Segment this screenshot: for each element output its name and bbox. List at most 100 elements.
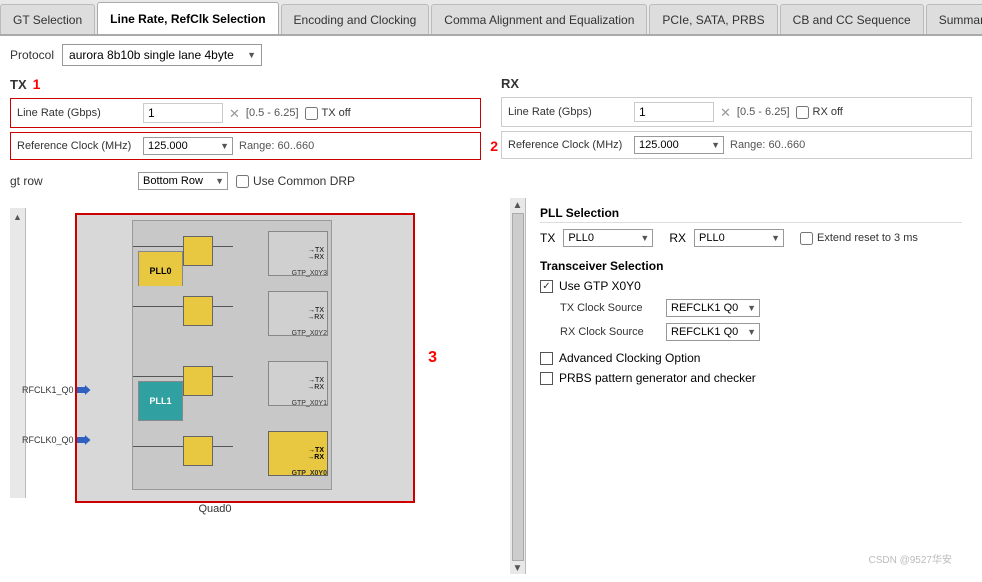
quad-area: →TX →RX GTP_X0Y3 PLL0: [132, 220, 332, 490]
transceiver-section: Transceiver Selection ✓ Use GTP X0Y0 TX …: [540, 259, 962, 341]
protocol-row: Protocol aurora 8b10b single lane 4byte: [10, 44, 972, 66]
rx-refclock-select-wrap[interactable]: 125.000: [634, 136, 724, 154]
tabs-bar: GT Selection Line Rate, RefClk Selection…: [0, 0, 982, 36]
gt-row-section: gt row Bottom Row Top Row Use Common DRP: [10, 172, 972, 190]
use-gtp-row: ✓ Use GTP X0Y0: [540, 279, 962, 293]
tx-line-rate-clear[interactable]: ✕: [229, 107, 240, 120]
prbs-row: PRBS pattern generator and checker: [540, 371, 962, 385]
tx-refclock-range: Range: 60..660: [239, 140, 314, 152]
rx-refclock-group: Reference Clock (MHz) 125.000 Range: 60.…: [501, 131, 972, 159]
tx-off-checkbox[interactable]: [305, 107, 318, 120]
rx-clock-source-label: RX Clock Source: [560, 326, 660, 338]
gtp-x0y0-chip: [183, 436, 213, 466]
tx-line-rate-range: [0.5 - 6.25]: [246, 107, 299, 119]
tab-summary[interactable]: Summary: [926, 4, 982, 34]
tx-clock-select[interactable]: REFCLK1 Q0 REFCLK0 Q0: [666, 299, 760, 317]
advanced-clocking-checkbox[interactable]: [540, 352, 553, 365]
tx-off-checkbox-label[interactable]: TX off: [305, 107, 351, 120]
scroll-strip: ▲: [10, 208, 26, 498]
tx-clock-select-wrap[interactable]: REFCLK1 Q0 REFCLK0 Q0: [666, 299, 760, 317]
gtp-x0y3-chip: [183, 236, 213, 266]
rx-refclock-label: Reference Clock (MHz): [508, 139, 628, 151]
pll0-box: PLL0: [138, 251, 183, 291]
tx-section: TX 1 Line Rate (Gbps) ✕ [0.5 - 6.25] TX …: [10, 76, 481, 164]
right-panel-wrapper: ▲ ▼ PLL Selection TX PLL0 PLL1: [510, 198, 972, 574]
tab-line-rate[interactable]: Line Rate, RefClk Selection: [97, 2, 278, 34]
rx-line-rate-label: Line Rate (Gbps): [508, 106, 628, 118]
refclock-marker: 2: [490, 138, 498, 154]
tab-gt-selection[interactable]: GT Selection: [0, 4, 95, 34]
rx-line-rate-input[interactable]: [634, 102, 714, 122]
rx-line-rate-clear[interactable]: ✕: [720, 106, 731, 119]
pll-tx-label: TX: [540, 231, 555, 245]
gtp-x0y0: →TX →RX GTP_X0Y0: [133, 426, 328, 481]
tx-rx-container: TX 1 Line Rate (Gbps) ✕ [0.5 - 6.25] TX …: [10, 76, 972, 164]
gtp-x0y2: →TX →RX GTP_X0Y2: [133, 286, 328, 341]
tx-line-rate-group: Line Rate (Gbps) ✕ [0.5 - 6.25] TX off: [10, 98, 481, 128]
extend-reset-label[interactable]: Extend reset to 3 ms: [800, 232, 918, 245]
prbs-checkbox[interactable]: [540, 372, 553, 385]
tab-pcie[interactable]: PCIe, SATA, PRBS: [649, 4, 777, 34]
rx-off-checkbox-label[interactable]: RX off: [796, 106, 843, 119]
rfclk1-arrow: [77, 385, 91, 395]
pll-rx-select[interactable]: PLL0 PLL1: [694, 229, 784, 247]
protocol-label: Protocol: [10, 48, 54, 62]
tx-refclock-select-wrap[interactable]: 125.000: [143, 137, 233, 155]
prbs-label: PRBS pattern generator and checker: [559, 371, 756, 385]
rx-refclock-select[interactable]: 125.000: [634, 136, 724, 154]
gtp-x0y1-chip: [183, 366, 213, 396]
watermark: CSDN @9527华安: [868, 551, 952, 566]
gt-row-select-wrap[interactable]: Bottom Row Top Row: [138, 172, 228, 190]
common-drp-checkbox[interactable]: [236, 175, 249, 188]
rx-section: RX Line Rate (Gbps) ✕ [0.5 - 6.25] RX of…: [501, 76, 972, 164]
rx-header: RX: [501, 76, 972, 91]
tx-clock-source-label: TX Clock Source: [560, 302, 660, 314]
tx-line-rate-input[interactable]: [143, 103, 223, 123]
extend-reset-checkbox[interactable]: [800, 232, 813, 245]
rx-clock-select[interactable]: REFCLK1 Q0 REFCLK0 Q0: [666, 323, 760, 341]
pll-selection-title: PLL Selection: [540, 206, 962, 223]
gtp-x0y3-block: →TX →RX GTP_X0Y3: [268, 231, 328, 276]
diagram-wrapper: →TX →RX GTP_X0Y3 PLL0: [45, 213, 505, 515]
rfclk0-arrow: [77, 435, 91, 445]
use-gtp-label: Use GTP X0Y0: [559, 279, 641, 293]
rx-line-rate-range: [0.5 - 6.25]: [737, 106, 790, 118]
tab-encoding[interactable]: Encoding and Clocking: [281, 4, 430, 34]
tx-refclock-select[interactable]: 125.000: [143, 137, 233, 155]
pll-tx-select-wrap[interactable]: PLL0 PLL1: [563, 229, 653, 247]
use-gtp-checkbox[interactable]: ✓: [540, 280, 553, 293]
transceiver-title: Transceiver Selection: [540, 259, 962, 273]
advanced-clocking-label: Advanced Clocking Option: [559, 351, 700, 365]
rx-line-rate-group: Line Rate (Gbps) ✕ [0.5 - 6.25] RX off: [501, 97, 972, 127]
tab-comma[interactable]: Comma Alignment and Equalization: [431, 4, 647, 34]
rx-off-checkbox[interactable]: [796, 106, 809, 119]
line2: [213, 246, 233, 247]
pll-row: TX PLL0 PLL1 RX PLL0 PLL1: [540, 229, 962, 247]
pll-rx-select-wrap[interactable]: PLL0 PLL1: [694, 229, 784, 247]
rfclk1-label: RFCLK1_Q0: [22, 385, 91, 395]
tx-line-rate-label: Line Rate (Gbps): [17, 107, 137, 119]
pll1-box: PLL1: [138, 381, 183, 421]
pll-tx-select[interactable]: PLL0 PLL1: [563, 229, 653, 247]
gt-row-select[interactable]: Bottom Row Top Row: [138, 172, 228, 190]
gtp-x0y0-block: →TX →RX GTP_X0Y0: [268, 431, 328, 476]
protocol-select[interactable]: aurora 8b10b single lane 4byte: [62, 44, 262, 66]
rx-clock-source-row: RX Clock Source REFCLK1 Q0 REFCLK0 Q0: [560, 323, 962, 341]
tx-refclock-label: Reference Clock (MHz): [17, 140, 137, 152]
rx-clock-select-wrap[interactable]: REFCLK1 Q0 REFCLK0 Q0: [666, 323, 760, 341]
scroll-bar[interactable]: ▲ ▼: [510, 198, 526, 574]
tx-header: TX 1: [10, 76, 481, 92]
gtp-x0y1-block: →TX →RX GTP_X0Y1: [268, 361, 328, 406]
diagram-canvas: →TX →RX GTP_X0Y3 PLL0: [75, 213, 415, 503]
tx-refclock-group: Reference Clock (MHz) 125.000 Range: 60.…: [10, 132, 481, 160]
gt-row-label: gt row: [10, 174, 130, 188]
scroll-thumb[interactable]: [512, 213, 524, 561]
protocol-select-wrapper[interactable]: aurora 8b10b single lane 4byte: [62, 44, 262, 66]
rfclk0-label: RFCLK0_Q0: [22, 435, 91, 445]
diagram-panel: ▲ →TX →RX GTP_X0Y3: [10, 198, 510, 574]
common-drp-label[interactable]: Use Common DRP: [236, 174, 355, 188]
diagram-marker-3: 3: [428, 349, 437, 367]
gtp-x0y2-chip: [183, 296, 213, 326]
bottom-section: ▲ →TX →RX GTP_X0Y3: [10, 198, 972, 574]
tab-cb-cc[interactable]: CB and CC Sequence: [780, 4, 924, 34]
